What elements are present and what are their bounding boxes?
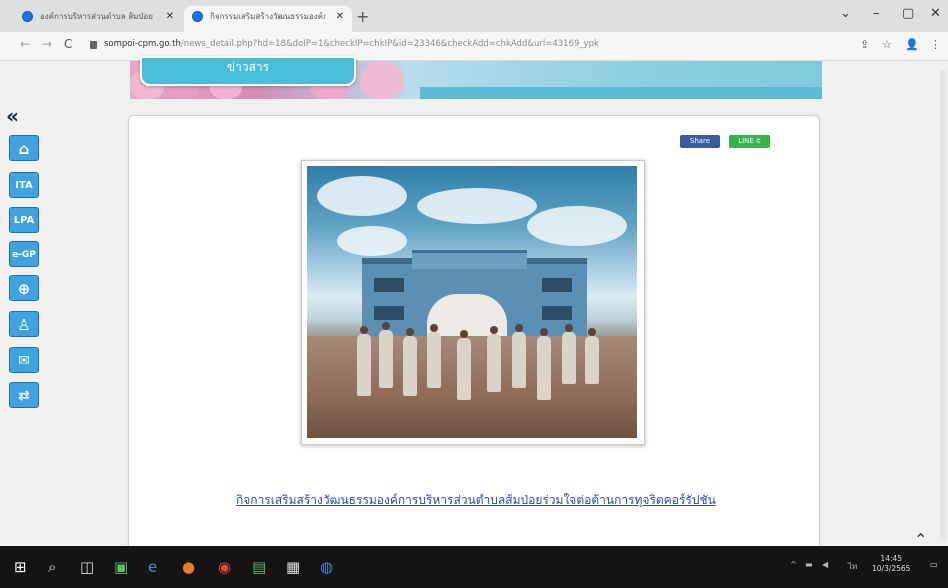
network-icon[interactable]: ▬ — [805, 560, 813, 569]
windows-start-icon[interactable]: ⊞ — [14, 559, 27, 575]
profile-icon[interactable]: 👤 — [905, 38, 919, 51]
store-icon[interactable]: ▦ — [286, 559, 300, 575]
home-icon[interactable]: ⌂ — [9, 135, 39, 161]
share-page-icon[interactable]: ⇪ — [860, 38, 869, 51]
favicon-icon — [22, 11, 33, 22]
app-icon[interactable]: ▣ — [114, 559, 128, 575]
translate-icon[interactable]: ⇄ — [9, 382, 39, 408]
windows-taskbar: ⊞ ⌕ ◫ ▣ e ● ◉ ▤ ▦ ◍ ^ ▬ ◀ ไท 14:45 10/3/… — [0, 546, 948, 588]
volume-icon[interactable]: ◀ — [822, 560, 828, 569]
browser-tab-bar: องค์การบริหารส่วนตำบล ส้มป่อย อ.ราษีไศล … — [0, 0, 948, 33]
language-indicator[interactable]: ไท — [848, 560, 857, 573]
new-tab-button[interactable]: + — [356, 7, 369, 26]
browser-icon[interactable]: ◍ — [320, 559, 333, 575]
task-view-icon[interactable]: ◫ — [80, 559, 94, 575]
cloud-shape — [417, 188, 537, 224]
window-shape — [542, 306, 572, 320]
forward-icon[interactable]: → — [42, 37, 52, 51]
collapse-menu-icon[interactable]: « — [6, 104, 19, 128]
facebook-share-button[interactable]: Share — [680, 135, 720, 148]
minimize-button[interactable]: – — [873, 6, 880, 21]
cloud-shape — [527, 206, 627, 246]
person-figure — [487, 326, 501, 392]
banner-band — [420, 87, 822, 99]
tab-search-icon[interactable]: ⌄ — [840, 6, 851, 21]
favicon-icon — [192, 11, 203, 22]
close-tab-icon[interactable]: ✕ — [166, 6, 174, 28]
back-icon[interactable]: ← — [20, 37, 30, 51]
tab-title: องค์การบริหารส่วนตำบล ส้มป่อย อ.ราษีไศล — [40, 12, 156, 21]
close-tab-icon[interactable]: ✕ — [336, 6, 344, 28]
lpa-button[interactable]: LPA — [9, 207, 39, 233]
window-shape — [542, 278, 572, 292]
window-shape — [374, 306, 404, 320]
clock-time: 14:45 — [880, 554, 903, 563]
line-share-button[interactable]: LINE it — [729, 135, 770, 148]
tab-title: กิจกรรมเสริมสร้างวัฒนธรรมองค์กร — [210, 12, 326, 21]
notification-icon[interactable]: ▭ — [930, 560, 938, 569]
menu-kebab-icon[interactable]: ⋮ — [930, 38, 941, 51]
person-figure — [457, 330, 471, 400]
news-section-tab[interactable]: ข่าวสาร — [140, 56, 356, 86]
taskbar-clock[interactable]: 14:45 10/3/2565 — [872, 554, 910, 574]
person-figure — [512, 324, 526, 388]
url-host: sompoi-cpm.go.th — [104, 39, 181, 49]
person-icon[interactable]: ♙ — [9, 311, 39, 337]
person-figure — [357, 326, 371, 396]
mail-icon[interactable]: ✉ — [9, 347, 39, 373]
egp-button[interactable]: e-GP — [9, 241, 39, 267]
chrome-icon[interactable]: ◉ — [218, 559, 231, 575]
reload-icon[interactable]: C — [64, 37, 72, 51]
vertical-scrollbar[interactable] — [940, 70, 946, 540]
cloud-shape — [317, 176, 407, 216]
person-figure — [379, 322, 393, 388]
globe-icon[interactable]: ⊕ — [9, 275, 39, 301]
browser-tab-2-active[interactable]: กิจกรรมเสริมสร้างวัฒนธรรมองค์กร ✕ — [184, 6, 352, 32]
bookmark-star-icon[interactable]: ☆ — [882, 38, 892, 51]
close-window-button[interactable]: ✕ — [930, 6, 941, 21]
line-app-icon[interactable]: ▤ — [252, 559, 266, 575]
cloud-shape — [337, 226, 407, 256]
news-photo[interactable] — [307, 166, 637, 438]
person-figure — [537, 328, 551, 400]
building-roof — [412, 250, 527, 269]
person-figure — [427, 324, 441, 388]
window-shape — [374, 278, 404, 292]
person-figure — [562, 324, 576, 384]
search-icon[interactable]: ⌕ — [48, 559, 56, 575]
news-headline-link[interactable]: กิจการเสริมสร้างวัฒนธรรมองค์การบริหารส่ว… — [236, 491, 716, 510]
flower-decoration — [360, 61, 404, 99]
clock-date: 10/3/2565 — [872, 564, 911, 573]
tray-chevron-icon[interactable]: ^ — [790, 560, 797, 569]
edge-icon[interactable]: e — [148, 559, 157, 575]
person-figure — [585, 328, 599, 384]
url-path: /news_detail.php?hd=18&doIP=1&checkIP=ch… — [180, 39, 599, 49]
ita-button[interactable]: ITA — [9, 172, 39, 198]
firefox-icon[interactable]: ● — [182, 559, 195, 575]
address-bar[interactable]: sompoi-cpm.go.th/news_detail.php?hd=18&d… — [104, 39, 599, 49]
lock-icon[interactable] — [90, 41, 97, 49]
person-figure — [403, 328, 417, 396]
maximize-button[interactable]: ▢ — [902, 6, 914, 21]
browser-tab-1[interactable]: องค์การบริหารส่วนตำบล ส้มป่อย อ.ราษีไศล … — [14, 6, 182, 32]
